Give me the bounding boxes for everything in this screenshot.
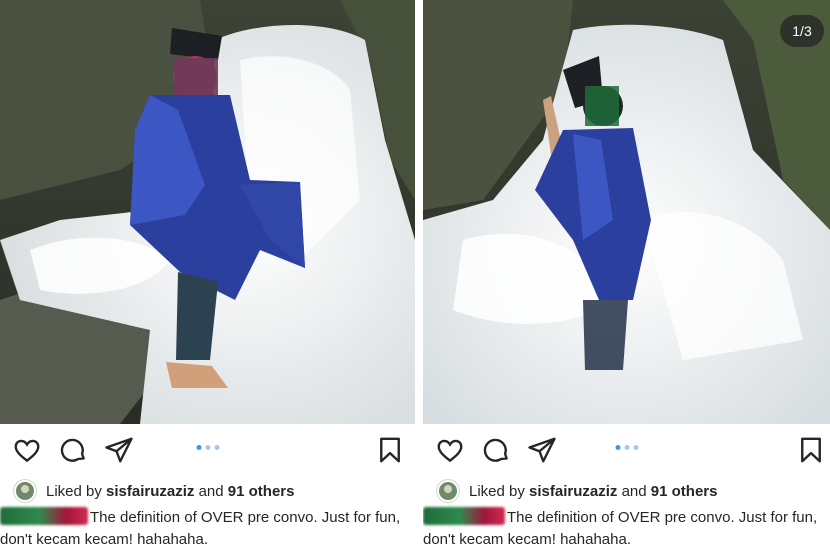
bookmark-icon[interactable] [796, 435, 826, 465]
liked-by-user[interactable]: sisfairuzaziz [106, 483, 194, 500]
post-right: 1/3 Liked by sisfairuzaziz and 91 others… [423, 0, 830, 553]
post-left: Liked by sisfairuzaziz and 91 others The… [0, 0, 415, 553]
liked-by-prefix: Liked by [469, 482, 525, 500]
liked-by-user[interactable]: sisfairuzaziz [529, 483, 617, 500]
waterfall-photo [423, 0, 830, 424]
carousel-dots [196, 445, 219, 450]
comment-icon[interactable] [481, 435, 511, 465]
carousel-dot [633, 445, 638, 450]
comment-icon[interactable] [58, 435, 88, 465]
carousel-counter: 1/3 [780, 15, 824, 47]
likes-row: Liked by sisfairuzaziz and 91 others [437, 479, 718, 503]
action-bar [423, 431, 830, 467]
share-icon[interactable] [104, 435, 134, 465]
carousel-dot [196, 445, 201, 450]
carousel-dot [214, 445, 219, 450]
post-photo[interactable] [0, 0, 415, 424]
liked-by-prefix: Liked by [46, 482, 102, 500]
heart-icon[interactable] [435, 435, 465, 465]
liked-by-mid: and [198, 482, 224, 500]
likes-row: Liked by sisfairuzaziz and 91 others [14, 479, 295, 503]
carousel-dot [205, 445, 210, 450]
redacted-username [423, 507, 505, 525]
redacted-username [0, 507, 88, 525]
liked-by-others[interactable]: 91 others [228, 483, 295, 500]
divider [415, 0, 423, 553]
bookmark-icon[interactable] [375, 435, 405, 465]
carousel-dot [624, 445, 629, 450]
carousel-dot [615, 445, 620, 450]
caption: The definition of OVER pre convo. Just f… [423, 507, 830, 551]
action-bar [0, 431, 415, 467]
liked-by-others[interactable]: 91 others [651, 483, 718, 500]
liked-by-mid: and [621, 482, 647, 500]
caption: The definition of OVER pre convo. Just f… [0, 507, 415, 551]
liker-avatar[interactable] [14, 480, 36, 502]
post-photo[interactable]: 1/3 [423, 0, 830, 424]
waterfall-photo [0, 0, 415, 424]
liker-avatar[interactable] [437, 480, 459, 502]
share-icon[interactable] [527, 435, 557, 465]
heart-icon[interactable] [12, 435, 42, 465]
carousel-dots [615, 445, 638, 450]
